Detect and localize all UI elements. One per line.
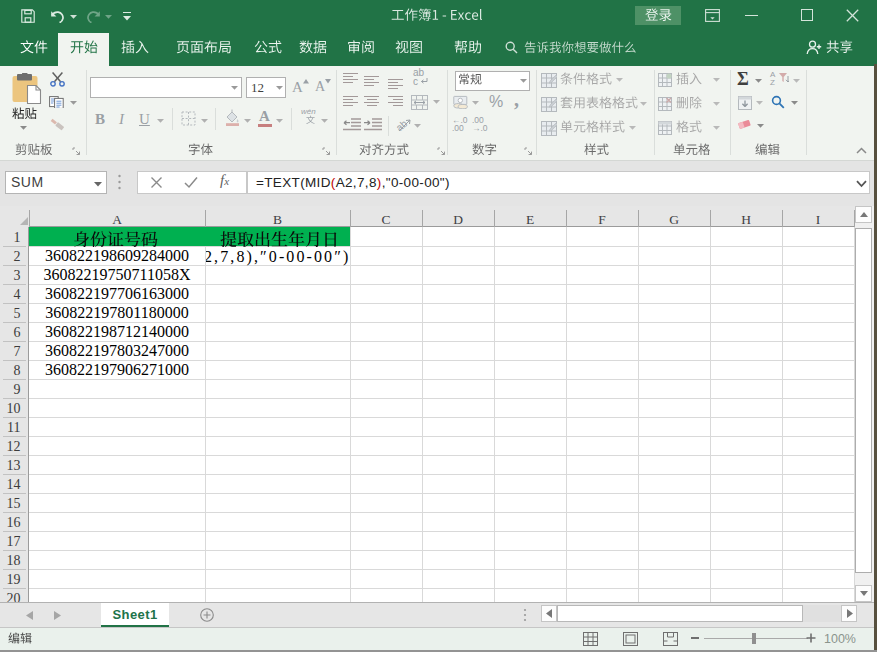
svg-text:ab: ab xyxy=(396,117,410,133)
